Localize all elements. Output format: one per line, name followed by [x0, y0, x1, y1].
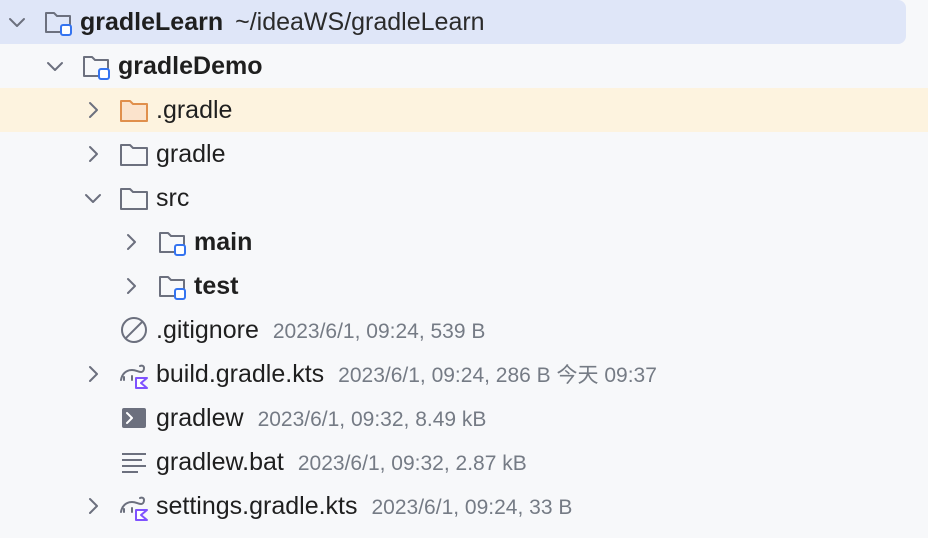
ignore-file-icon: [118, 314, 150, 346]
file-meta: 2023/6/1, 09:32, 8.49 kB: [257, 408, 487, 431]
root-path: ~/ideaWS/gradleLearn: [235, 8, 485, 36]
tree-row-gitignore[interactable]: .gitignore 2023/6/1, 09:24, 539 B: [0, 308, 928, 352]
source-folder-icon: [156, 270, 188, 302]
tree-label: src: [156, 184, 190, 212]
tree-row-dot-gradle[interactable]: .gradle: [0, 88, 928, 132]
source-folder-icon: [156, 226, 188, 258]
chevron-right-icon[interactable]: [82, 363, 104, 385]
shell-script-icon: [118, 402, 150, 434]
test-name: test: [194, 272, 239, 300]
tree-label-gitignore: .gitignore 2023/6/1, 09:24, 539 B: [156, 308, 485, 352]
tree-label-test: test: [194, 264, 238, 308]
module-folder-icon: [80, 50, 112, 82]
tree-row-build-gradle[interactable]: build.gradle.kts 2023/6/1, 09:24, 286 B 今…: [0, 352, 928, 396]
file-meta: 2023/6/1, 09:24, 33 B: [371, 496, 573, 519]
file-name: .gitignore: [156, 316, 259, 344]
module-name: gradleDemo: [118, 52, 263, 80]
file-meta: 2023/6/1, 09:24, 539 B: [272, 320, 486, 343]
tree-row-gradlew-bat[interactable]: gradlew.bat 2023/6/1, 09:32, 2.87 kB: [0, 440, 928, 484]
tree-label-gradlew: gradlew 2023/6/1, 09:32, 8.49 kB: [156, 396, 486, 440]
tree-row-main[interactable]: main: [0, 220, 928, 264]
chevron-right-icon[interactable]: [82, 99, 104, 121]
tree-label-module: gradleDemo: [118, 44, 262, 88]
gradle-kotlin-icon: [118, 358, 150, 390]
folder-icon: [118, 182, 150, 214]
file-name: build.gradle.kts: [156, 360, 325, 388]
excluded-folder-icon: [118, 94, 150, 126]
chevron-right-icon[interactable]: [82, 143, 104, 165]
file-meta: 2023/6/1, 09:24, 286 B 今天 09:37: [338, 364, 657, 387]
tree-row-test[interactable]: test: [0, 264, 928, 308]
project-tree: gradleLearn ~/ideaWS/gradleLearn gradleDe…: [0, 0, 928, 538]
tree-row-gradlew[interactable]: gradlew 2023/6/1, 09:32, 8.49 kB: [0, 396, 928, 440]
gradle-kotlin-icon: [118, 490, 150, 522]
chevron-right-icon[interactable]: [82, 495, 104, 517]
tree-label-build-gradle: build.gradle.kts 2023/6/1, 09:24, 286 B 今…: [156, 352, 657, 396]
file-meta: 2023/6/1, 09:32, 2.87 kB: [297, 452, 527, 475]
file-name: gradlew: [156, 404, 244, 432]
tree-label-gradlew-bat: gradlew.bat 2023/6/1, 09:32, 2.87 kB: [156, 440, 527, 484]
folder-icon: [118, 138, 150, 170]
tree-label-root: gradleLearn ~/ideaWS/gradleLearn: [80, 0, 485, 44]
file-name: settings.gradle.kts: [156, 492, 358, 520]
root-name: gradleLearn: [80, 8, 224, 36]
tree-row-module[interactable]: gradleDemo: [0, 44, 928, 88]
tree-label-main: main: [194, 220, 252, 264]
main-name: main: [194, 228, 253, 256]
tree-row-settings-gradle[interactable]: settings.gradle.kts 2023/6/1, 09:24, 33 B: [0, 484, 928, 528]
tree-row-src[interactable]: src: [0, 176, 928, 220]
tree-label: .gradle: [156, 96, 233, 124]
tree-row-root[interactable]: gradleLearn ~/ideaWS/gradleLearn: [0, 0, 906, 44]
chevron-right-icon[interactable]: [120, 275, 142, 297]
tree-row-gradle[interactable]: gradle: [0, 132, 928, 176]
chevron-down-icon[interactable]: [6, 11, 28, 33]
chevron-down-icon[interactable]: [82, 187, 104, 209]
module-folder-icon: [42, 6, 74, 38]
text-file-icon: [118, 446, 150, 478]
tree-label-settings-gradle: settings.gradle.kts 2023/6/1, 09:24, 33 B: [156, 484, 572, 528]
file-name: gradlew.bat: [156, 448, 284, 476]
chevron-down-icon[interactable]: [44, 55, 66, 77]
chevron-right-icon[interactable]: [120, 231, 142, 253]
tree-label: gradle: [156, 140, 226, 168]
